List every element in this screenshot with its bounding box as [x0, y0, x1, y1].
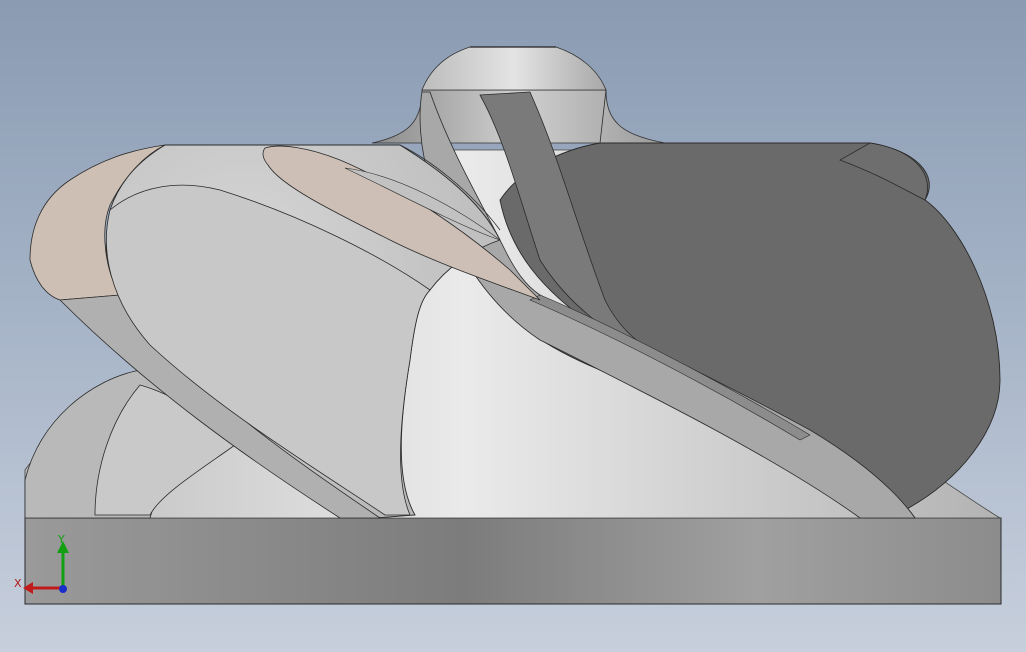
hub-cap[interactable]: [421, 46, 607, 91]
triad-y-label: Y: [58, 533, 65, 546]
base-disc[interactable]: [24, 517, 1002, 605]
graphics-viewport[interactable]: X Y: [0, 0, 1026, 652]
triad-x-label: X: [14, 577, 22, 590]
triad-origin-z: [59, 585, 67, 593]
impeller-model[interactable]: [0, 0, 1026, 652]
